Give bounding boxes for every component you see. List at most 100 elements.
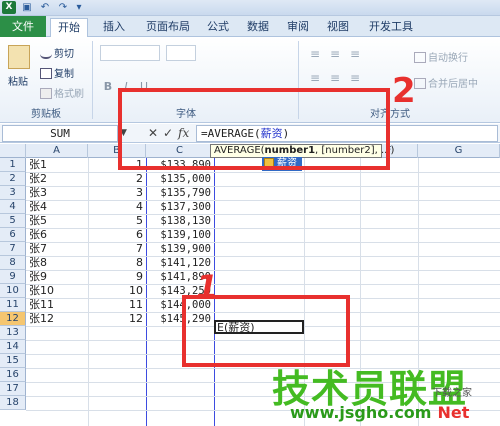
cell-name[interactable]: 张11 [29, 298, 87, 312]
row-header[interactable]: 17 [0, 382, 26, 396]
cell-name[interactable]: 张6 [29, 228, 87, 242]
cell-salary[interactable]: $139,100 [146, 228, 214, 242]
tab-page-layout[interactable]: 页面布局 [140, 18, 196, 37]
cell-index[interactable]: 9 [88, 270, 146, 284]
row-header[interactable]: 6 [0, 228, 26, 242]
watermark-url-text: www.jsgho.com [290, 403, 432, 422]
row-header[interactable]: 11 [0, 298, 26, 312]
align-bottom-icon[interactable]: ≡ [350, 47, 360, 61]
row-header[interactable]: 5 [0, 214, 26, 228]
cell-name[interactable]: 张4 [29, 200, 87, 214]
cell-salary[interactable]: $137,300 [146, 200, 214, 214]
excel-logo-icon: X [2, 1, 16, 14]
row-header[interactable]: 4 [0, 200, 26, 214]
row-header[interactable]: 7 [0, 242, 26, 256]
tab-insert[interactable]: 插入 [96, 18, 132, 37]
cell-name[interactable] [29, 396, 87, 410]
cell-name[interactable] [29, 326, 87, 340]
align-right-icon[interactable]: ≡ [350, 71, 360, 85]
cell-index[interactable]: 6 [88, 228, 146, 242]
bold-button[interactable]: B [100, 79, 116, 95]
row-header[interactable]: 9 [0, 270, 26, 284]
font-name-dropdown[interactable] [100, 45, 160, 61]
tab-review[interactable]: 审阅 [282, 18, 314, 37]
cell-name[interactable] [29, 340, 87, 354]
cell-index[interactable]: 5 [88, 214, 146, 228]
select-all-corner[interactable] [0, 144, 26, 158]
cell-index[interactable] [88, 326, 146, 340]
align-top-icon[interactable]: ≡ [310, 47, 320, 61]
cell-salary[interactable] [146, 382, 214, 396]
save-icon[interactable]: ▣ [20, 1, 34, 14]
row-header[interactable]: 14 [0, 340, 26, 354]
cell-salary[interactable] [146, 396, 214, 410]
cell-index[interactable] [88, 340, 146, 354]
copy-button[interactable]: 复制 [40, 65, 74, 80]
row-header[interactable]: 8 [0, 256, 26, 270]
cell-index[interactable]: 3 [88, 186, 146, 200]
cell-salary[interactable]: $135,000 [146, 172, 214, 186]
cell-index[interactable]: 8 [88, 256, 146, 270]
cell-index[interactable]: 12 [88, 312, 146, 326]
row-header[interactable]: 18 [0, 396, 26, 410]
cell-name[interactable]: 张7 [29, 242, 87, 256]
cell-name[interactable]: 张8 [29, 256, 87, 270]
row-header[interactable]: 10 [0, 284, 26, 298]
cell-name[interactable]: 张12 [29, 312, 87, 326]
tab-formulas[interactable]: 公式 [202, 18, 234, 37]
paste-icon[interactable] [8, 45, 30, 69]
cell-salary[interactable]: $138,130 [146, 214, 214, 228]
cell-name[interactable] [29, 368, 87, 382]
align-middle-icon[interactable]: ≡ [330, 47, 340, 61]
cell-index[interactable]: 10 [88, 284, 146, 298]
tab-file[interactable]: 文件 [0, 16, 46, 37]
column-header-a[interactable]: A [26, 144, 88, 158]
name-box[interactable]: SUM [2, 125, 118, 142]
scissors-icon [40, 48, 52, 59]
cell-index[interactable]: 11 [88, 298, 146, 312]
row-header[interactable]: 15 [0, 354, 26, 368]
watermark-corner: 下载之家 [432, 388, 472, 399]
cell-name[interactable]: 张3 [29, 186, 87, 200]
row-header[interactable]: 3 [0, 186, 26, 200]
row-header[interactable]: 1 [0, 158, 26, 172]
cut-button[interactable]: 剪切 [40, 45, 74, 60]
cell-name[interactable]: 张10 [29, 284, 87, 298]
cell-name[interactable]: 张2 [29, 172, 87, 186]
cell-name[interactable]: 张9 [29, 270, 87, 284]
font-size-dropdown[interactable] [166, 45, 196, 61]
cell-name[interactable]: 张5 [29, 214, 87, 228]
tab-data[interactable]: 数据 [242, 18, 274, 37]
row-header[interactable]: 16 [0, 368, 26, 382]
merge-center-button[interactable]: 合并后居中 [414, 75, 478, 90]
row-header[interactable]: 13 [0, 326, 26, 340]
cell-name[interactable]: 张1 [29, 158, 87, 172]
cell-salary[interactable]: $135,790 [146, 186, 214, 200]
cell-name[interactable] [29, 382, 87, 396]
row-header[interactable]: 2 [0, 172, 26, 186]
cell-index[interactable] [88, 396, 146, 410]
paste-button[interactable]: 粘贴 [8, 73, 28, 88]
tab-developer[interactable]: 开发工具 [364, 18, 418, 37]
clipboard-group-label: 剪贴板 [31, 109, 61, 120]
undo-icon[interactable]: ↶ [38, 1, 52, 14]
cell-name[interactable] [29, 354, 87, 368]
align-center-icon[interactable]: ≡ [330, 71, 340, 85]
customize-quick-access-icon[interactable]: ▾ [72, 1, 86, 14]
cell-salary[interactable]: $139,900 [146, 242, 214, 256]
row-header[interactable]: 12 [0, 312, 26, 326]
cell-index[interactable] [88, 368, 146, 382]
tab-view[interactable]: 视图 [322, 18, 354, 37]
cell-salary[interactable] [146, 368, 214, 382]
cell-index[interactable] [88, 354, 146, 368]
cell-index[interactable]: 2 [88, 172, 146, 186]
format-painter-button[interactable]: 格式刷 [40, 85, 84, 100]
redo-icon[interactable]: ↷ [56, 1, 70, 14]
cell-index[interactable]: 7 [88, 242, 146, 256]
cell-index[interactable]: 4 [88, 200, 146, 214]
cell-index[interactable] [88, 382, 146, 396]
align-left-icon[interactable]: ≡ [310, 71, 320, 85]
tab-home[interactable]: 开始 [50, 18, 88, 37]
column-header-g[interactable]: G [418, 144, 500, 158]
wrap-text-button[interactable]: 自动换行 [414, 49, 468, 64]
